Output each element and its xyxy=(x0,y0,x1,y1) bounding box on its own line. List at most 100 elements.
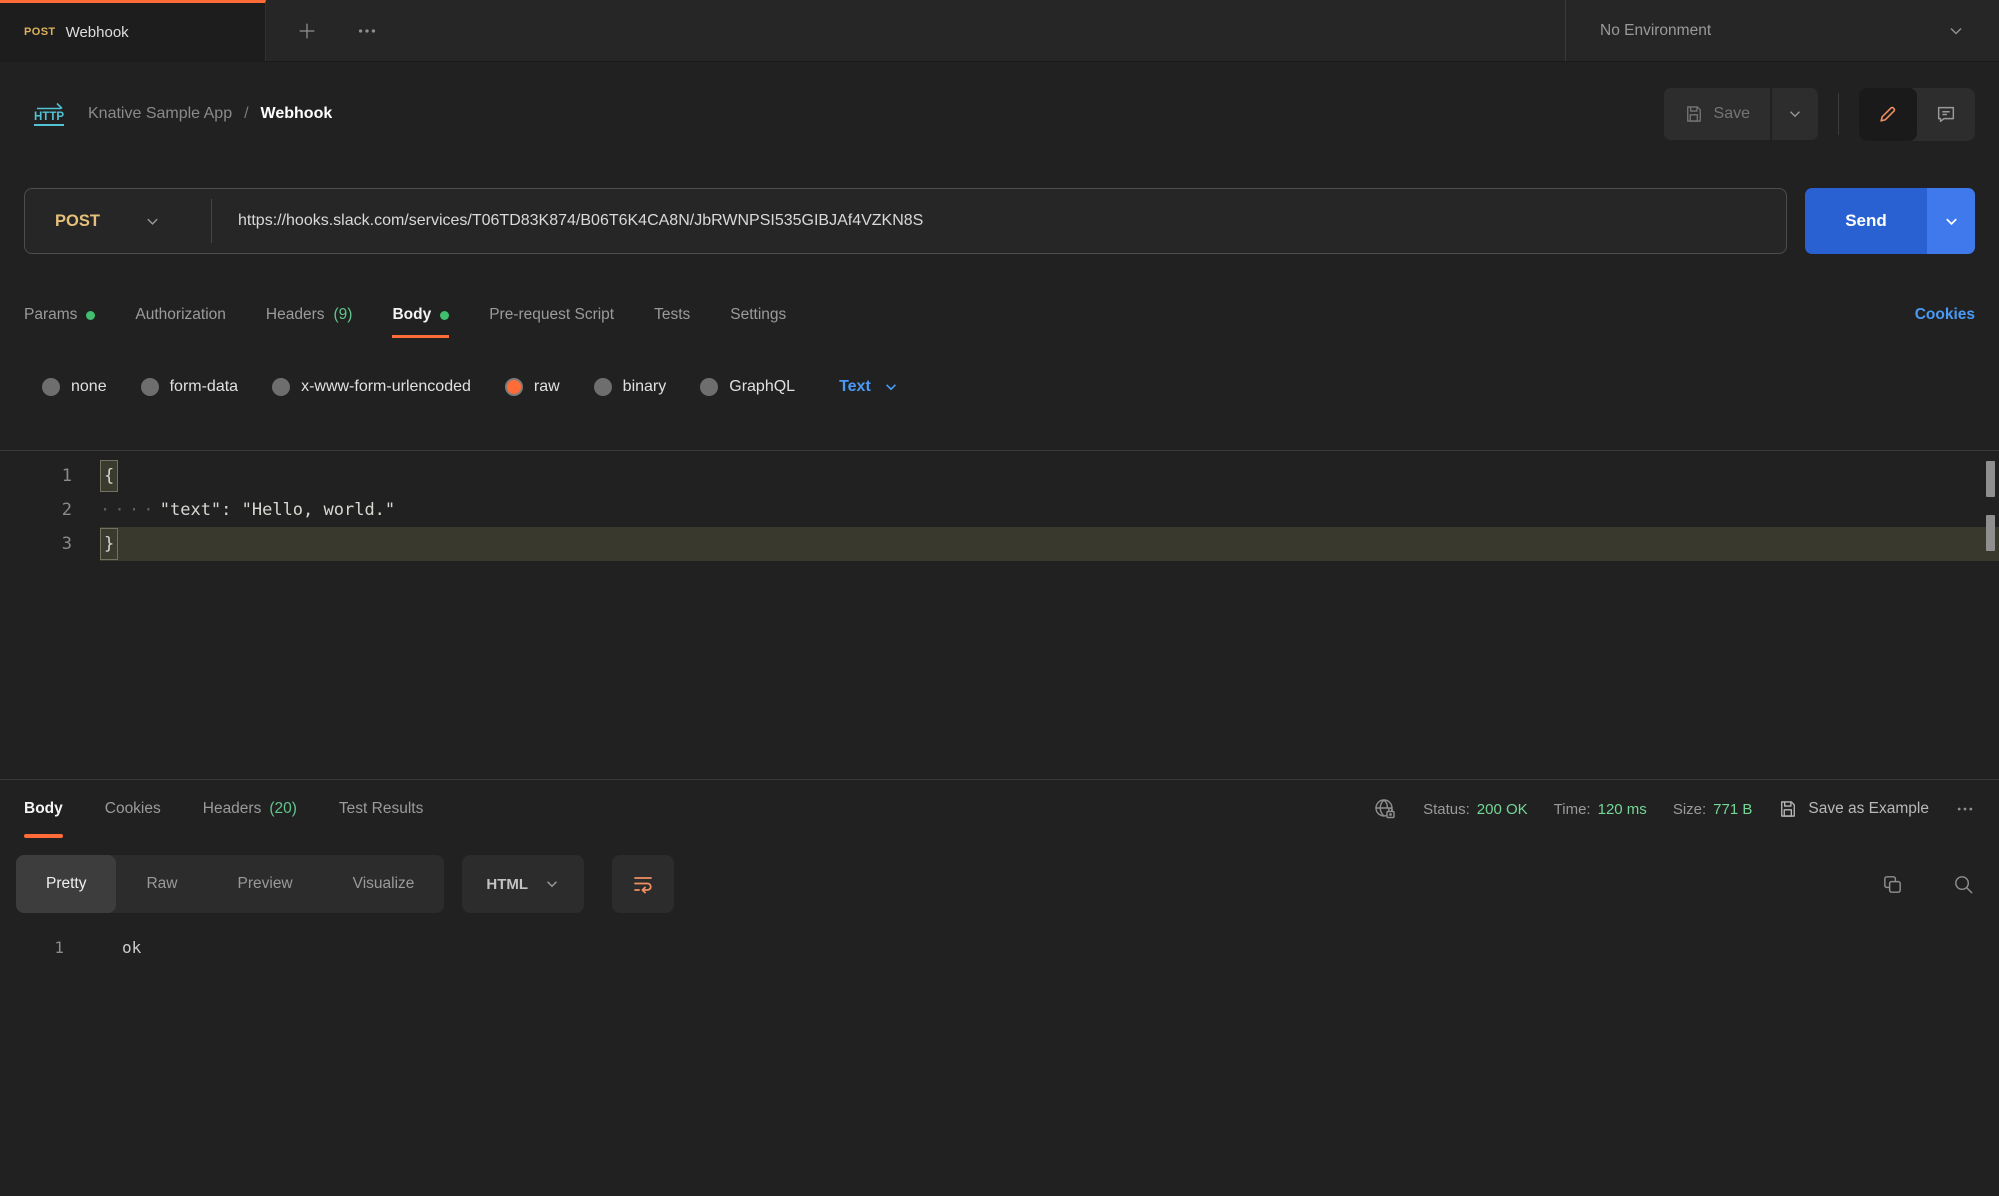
radio-form-data[interactable]: form-data xyxy=(141,378,238,396)
request-tab[interactable]: POST Webhook xyxy=(0,0,266,61)
edit-documentation-button[interactable] xyxy=(1859,88,1917,141)
breadcrumb-separator: / xyxy=(244,105,248,123)
network-info-button[interactable] xyxy=(1373,797,1397,821)
url-bar: POST https://hooks.slack.com/services/T0… xyxy=(24,188,1787,254)
view-visualize[interactable]: Visualize xyxy=(323,855,445,913)
copy-icon xyxy=(1881,873,1904,896)
line-number: 3 xyxy=(0,527,100,561)
cookies-link[interactable]: Cookies xyxy=(1915,306,1975,338)
environment-selector[interactable]: No Environment xyxy=(1565,0,1999,61)
request-header: HTTP Knative Sample App / Webhook Save xyxy=(0,62,1999,166)
radio-raw-label: raw xyxy=(534,378,560,396)
wrap-text-button[interactable] xyxy=(612,855,674,913)
send-button-group: Send xyxy=(1805,188,1975,254)
tab-prerequest-script[interactable]: Pre-request Script xyxy=(489,306,614,338)
method-dropdown[interactable]: POST xyxy=(25,212,211,231)
method-label: POST xyxy=(55,212,100,231)
close-brace: } xyxy=(100,528,118,560)
response-options-button[interactable] xyxy=(1955,799,1975,819)
new-tab-button[interactable] xyxy=(296,20,318,42)
line-code: { xyxy=(100,459,1999,493)
tab-tests[interactable]: Tests xyxy=(654,306,690,338)
radio-selected-icon xyxy=(505,378,523,396)
breadcrumb-collection[interactable]: Knative Sample App xyxy=(88,105,232,123)
radio-none-label: none xyxy=(71,378,107,396)
request-url-row: POST https://hooks.slack.com/services/T0… xyxy=(24,188,1975,254)
globe-lock-icon xyxy=(1373,797,1397,821)
divider xyxy=(1838,93,1839,135)
tab-method-badge: POST xyxy=(24,26,56,38)
response-text: ok xyxy=(72,932,141,964)
response-toolbar: Pretty Raw Preview Visualize HTML xyxy=(16,854,1975,914)
params-active-dot xyxy=(86,311,95,320)
tab-settings[interactable]: Settings xyxy=(730,306,786,338)
response-body-viewer[interactable]: 1 ok xyxy=(0,932,1999,964)
status-label: Status: xyxy=(1423,801,1470,818)
response-tab-headers[interactable]: Headers (20) xyxy=(203,780,297,838)
request-tabs: Params Authorization Headers (9) Body Pr… xyxy=(24,298,1975,338)
radio-raw[interactable]: raw xyxy=(505,378,560,396)
url-input[interactable]: https://hooks.slack.com/services/T06TD83… xyxy=(212,212,1786,230)
tab-tests-label: Tests xyxy=(654,306,690,324)
breadcrumb-request-name[interactable]: Webhook xyxy=(261,105,333,123)
raw-language-label: Text xyxy=(839,378,871,396)
response-status: Status: 200 OK xyxy=(1423,801,1528,818)
tab-body[interactable]: Body xyxy=(392,306,449,338)
raw-language-dropdown[interactable]: Text xyxy=(839,378,899,396)
send-button-label: Send xyxy=(1845,211,1887,231)
chevron-down-icon xyxy=(544,876,560,892)
editor-scrollbar-mark[interactable] xyxy=(1986,515,1995,551)
radio-urlencoded-label: x-www-form-urlencoded xyxy=(301,378,471,396)
save-options-button[interactable] xyxy=(1772,88,1818,140)
body-active-dot xyxy=(440,311,449,320)
tab-authorization-label: Authorization xyxy=(135,306,225,324)
radio-x-www-form-urlencoded[interactable]: x-www-form-urlencoded xyxy=(272,378,471,396)
response-time: Time: 120 ms xyxy=(1554,801,1647,818)
radio-binary[interactable]: binary xyxy=(594,378,667,396)
comment-icon xyxy=(1935,103,1957,125)
editor-line-active[interactable]: 3 } xyxy=(0,527,1999,561)
editor-line[interactable]: 1 { xyxy=(0,459,1999,493)
tab-headers[interactable]: Headers (9) xyxy=(266,306,353,338)
request-body-editor[interactable]: 1 { 2 ····"text": "Hello, world." 3 } xyxy=(0,450,1999,780)
radio-graphql[interactable]: GraphQL xyxy=(700,378,795,396)
editor-scrollbar-mark[interactable] xyxy=(1986,461,1995,497)
save-button[interactable]: Save xyxy=(1664,88,1770,140)
send-options-button[interactable] xyxy=(1927,188,1975,254)
search-response-button[interactable] xyxy=(1952,873,1975,896)
save-icon xyxy=(1778,799,1798,819)
response-headers-count: (20) xyxy=(269,800,297,818)
response-tab-cookies[interactable]: Cookies xyxy=(105,780,161,838)
chevron-down-icon xyxy=(883,379,899,395)
response-tabs: Body Cookies Headers (20) Test Results S… xyxy=(0,780,1999,838)
tab-params[interactable]: Params xyxy=(24,306,95,338)
more-horizontal-icon xyxy=(356,20,378,42)
view-preview-label: Preview xyxy=(238,875,293,893)
radio-none[interactable]: none xyxy=(42,378,107,396)
send-button[interactable]: Send xyxy=(1805,188,1927,254)
radio-icon xyxy=(594,378,612,396)
copy-response-button[interactable] xyxy=(1881,873,1904,896)
view-pretty[interactable]: Pretty xyxy=(16,855,116,913)
editor-line[interactable]: 2 ····"text": "Hello, world." xyxy=(0,493,1999,527)
response-tab-body[interactable]: Body xyxy=(24,780,63,838)
response-tab-test-results[interactable]: Test Results xyxy=(339,780,423,838)
chevron-down-icon xyxy=(1943,213,1960,230)
tab-settings-label: Settings xyxy=(730,306,786,324)
response-format-dropdown[interactable]: HTML xyxy=(462,855,584,913)
line-number: 2 xyxy=(0,493,100,527)
status-value: 200 OK xyxy=(1477,801,1528,818)
tab-prerequest-label: Pre-request Script xyxy=(489,306,614,324)
size-label: Size: xyxy=(1673,801,1706,818)
radio-icon xyxy=(272,378,290,396)
tab-authorization[interactable]: Authorization xyxy=(135,306,225,338)
response-tab-headers-label: Headers xyxy=(203,800,262,818)
comments-button[interactable] xyxy=(1917,88,1975,141)
tab-options-button[interactable] xyxy=(356,20,378,42)
view-preview[interactable]: Preview xyxy=(208,855,323,913)
view-raw[interactable]: Raw xyxy=(116,855,207,913)
chevron-down-icon xyxy=(144,213,161,230)
response-tab-body-label: Body xyxy=(24,800,63,818)
save-as-example-button[interactable]: Save as Example xyxy=(1778,799,1929,819)
response-tab-cookies-label: Cookies xyxy=(105,800,161,818)
